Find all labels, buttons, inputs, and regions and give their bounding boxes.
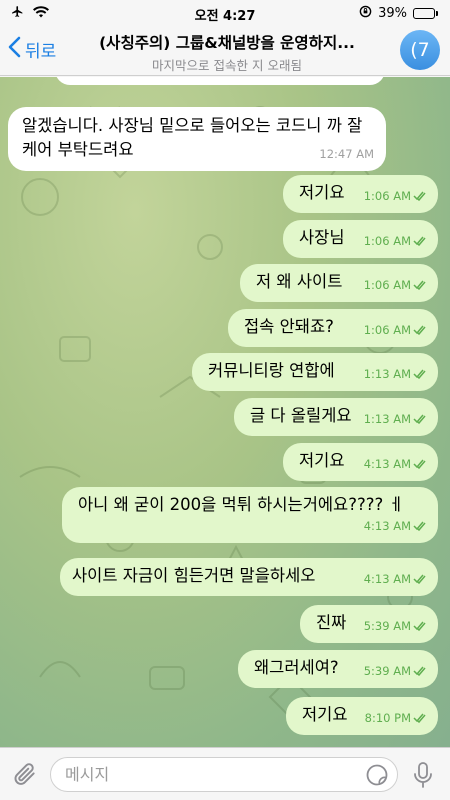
double-check-icon [413, 325, 426, 335]
sticker-icon[interactable] [366, 764, 388, 790]
message-bubble[interactable]: 사장님 1:06 AM [283, 220, 438, 258]
status-bar: 오전 4:27 39% [0, 0, 450, 26]
message-time: 4:13 AM [364, 567, 426, 591]
paperclip-icon[interactable] [12, 760, 38, 792]
message-bubble[interactable]: 저 왜 사이트 1:06 AM [240, 264, 438, 302]
back-label: 뒤로 [25, 42, 57, 62]
message-time: 5:39 AM [364, 659, 426, 683]
lock-rotation-icon [359, 5, 372, 22]
message-bubble[interactable]: 진짜 5:39 AM [300, 605, 438, 643]
message-time: 1:06 AM [364, 229, 426, 253]
message-bubble[interactable]: 글 다 올릴게요 1:13 AM [234, 398, 438, 436]
double-check-icon [413, 459, 426, 469]
last-seen-status: 마지막으로 접속한 지 오래됨 [152, 58, 302, 73]
battery-percent: 39% [378, 6, 407, 21]
message-time: 1:06 AM [364, 184, 426, 208]
message-bubble[interactable]: 저기요 1:06 AM [283, 175, 438, 213]
chat-title-block[interactable]: (사칭주의) 그룹&채널방을 운영하지... 마지막으로 접속한 지 오래됨 [72, 31, 382, 74]
microphone-icon[interactable] [413, 761, 433, 793]
double-check-icon [413, 236, 426, 246]
message-text: 아니 왜 굳이 200을 먹튀 하시는거에요???? ㅔ [78, 495, 404, 514]
double-check-icon [413, 280, 426, 290]
message-bubble[interactable]: 접속 안돼죠? 1:06 AM [228, 309, 438, 347]
double-check-icon [413, 369, 426, 379]
message-time: 1:06 AM [364, 273, 426, 297]
message-time: 1:06 AM [364, 318, 426, 342]
message-time: 8:10 PM [365, 706, 426, 730]
message-input-bar [0, 747, 450, 800]
chevron-left-icon [8, 36, 25, 63]
avatar[interactable]: (7 [400, 30, 440, 70]
message-time: 1:13 AM [364, 362, 426, 386]
message-bubble[interactable]: 저기요 4:13 AM [283, 443, 438, 481]
message-bubble[interactable]: 커뮤니티랑 연합에 1:13 AM [192, 353, 438, 391]
message-input[interactable] [50, 757, 398, 792]
message-bubble[interactable]: 저기요 8:10 PM [286, 697, 438, 735]
message-time: 12:47 AM [319, 147, 374, 161]
chat-header: 뒤로 (사칭주의) 그룹&채널방을 운영하지... 마지막으로 접속한 지 오래… [0, 26, 450, 76]
message-time: 4:13 AM [364, 452, 426, 476]
status-right: 39% [359, 5, 438, 22]
double-check-icon [413, 414, 426, 424]
message-time: 4:13 AM [364, 514, 426, 538]
double-check-icon [413, 191, 426, 201]
chat-title: (사칭주의) 그룹&채널방을 운영하지... [99, 34, 355, 52]
message-bubble[interactable]: 알겠습니다. 사장님 밑으로 들어오는 코드니 까 잘 케어 부탁드려요 12:… [8, 107, 386, 171]
message-time: 1:13 AM [364, 407, 426, 431]
message-bubble[interactable]: 사이트 자금이 힘든거면 말을하세오 4:13 AM [60, 558, 438, 596]
message-time: 5:39 AM [364, 614, 426, 638]
double-check-icon [413, 621, 426, 631]
double-check-icon [413, 713, 426, 723]
battery-icon [413, 8, 438, 19]
back-button[interactable]: 뒤로 [8, 36, 56, 63]
double-check-icon [413, 666, 426, 676]
double-check-icon [413, 574, 426, 584]
message-list[interactable]: 알겠습니다. 사장님 밑으로 들어오는 코드니 까 잘 케어 부탁드려요 12:… [0, 77, 450, 747]
message-bubble[interactable]: 왜그러세여? 5:39 AM [238, 650, 438, 688]
double-check-icon [413, 521, 426, 531]
message-bubble[interactable]: 아니 왜 굳이 200을 먹튀 하시는거에요???? ㅔ 4:13 AM [62, 487, 438, 543]
message-bubble-partial [55, 77, 385, 85]
